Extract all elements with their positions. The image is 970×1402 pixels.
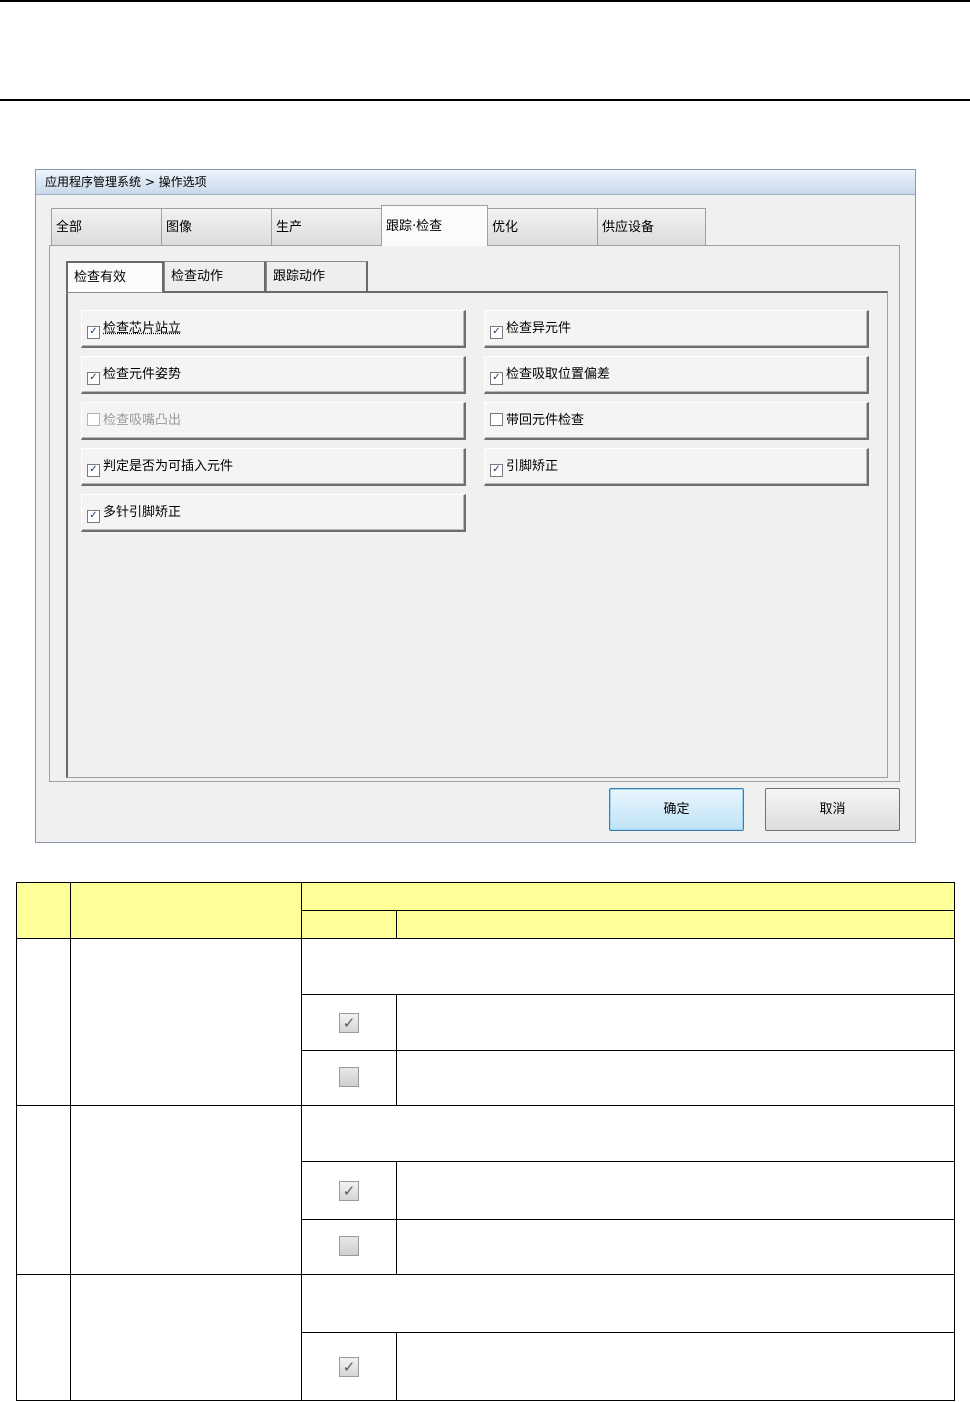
row-item-cell <box>70 1105 302 1275</box>
tab-label: 全部 <box>56 220 83 235</box>
parameter-table: ✓ ✓ ✓ <box>16 882 955 1401</box>
checkbox-unchecked-icon <box>339 1235 359 1256</box>
row-number-cell <box>16 1274 71 1401</box>
operation-options-dialog: 应用程序管理系统 > 操作选项 全部 图像 生产 跟踪·检查 优化 供应设备 检… <box>35 169 916 843</box>
ok-button[interactable]: 确定 <box>609 788 744 831</box>
breadcrumb: 应用程序管理系统 > 操作选项 <box>36 170 915 195</box>
tab-optimize[interactable]: 优化 <box>487 208 598 245</box>
option-check-nozzle-protrusion: 检查吸嘴凸出 <box>81 402 466 440</box>
tab-label: 供应设备 <box>602 220 655 235</box>
option-lead-correction[interactable]: ✓ 引脚矫正 <box>484 448 869 486</box>
table-row: ✓ <box>301 1332 397 1401</box>
tab-label: 生产 <box>276 220 303 235</box>
option-label: 判定是否为可插入元件 <box>103 459 234 474</box>
row-item-cell <box>70 938 302 1106</box>
option-label: 检查吸嘴凸出 <box>103 413 182 428</box>
option-multi-pin-lead-correction[interactable]: ✓ 多针引脚矫正 <box>81 494 466 532</box>
checkbox-checked-icon[interactable]: ✓ <box>87 464 100 477</box>
checkbox-unchecked-icon <box>339 1066 359 1087</box>
row-content-cell <box>396 994 955 1051</box>
checkbox-checked-icon: ✓ <box>339 1356 359 1377</box>
header-rule <box>0 99 970 101</box>
checkbox-checked-icon[interactable]: ✓ <box>87 510 100 523</box>
tab-label: 跟踪·检查 <box>386 219 443 234</box>
table-row: ✓ <box>301 994 397 1051</box>
option-returned-component-check[interactable]: 带回元件检查 <box>484 402 869 440</box>
tab-label: 优化 <box>492 220 519 235</box>
checkbox-unchecked-icon[interactable] <box>490 413 503 426</box>
checkbox-checked-icon[interactable]: ✓ <box>87 326 100 339</box>
header-number-cell <box>16 882 71 939</box>
option-judge-insertable-component[interactable]: ✓ 判定是否为可插入元件 <box>81 448 466 486</box>
row-number-cell <box>16 938 71 1106</box>
top-rule <box>0 0 970 2</box>
row-content-cell <box>396 1161 955 1220</box>
tab-label: 图像 <box>166 220 193 235</box>
subtab-label: 跟踪动作 <box>273 269 326 284</box>
checkbox-unchecked-icon <box>87 413 100 426</box>
option-check-chip-standing[interactable]: ✓ 检查芯片站立 <box>81 310 466 348</box>
tab-supply-device[interactable]: 供应设备 <box>597 208 706 245</box>
row-description-cell <box>301 1274 955 1333</box>
checkbox-checked-icon[interactable]: ✓ <box>490 372 503 385</box>
checkbox-checked-icon[interactable]: ✓ <box>490 464 503 477</box>
header-item-cell <box>70 882 302 939</box>
table-row <box>301 1219 397 1275</box>
row-description-cell <box>301 1105 955 1162</box>
table-row <box>301 1050 397 1106</box>
header-setting-cell <box>301 910 397 939</box>
header-content-cell <box>396 910 955 939</box>
table-row: ✓ <box>301 1161 397 1220</box>
option-label: 检查吸取位置偏差 <box>506 367 611 382</box>
option-check-different-component[interactable]: ✓ 检查异元件 <box>484 310 869 348</box>
option-label: 引脚矫正 <box>506 459 559 474</box>
option-label: 多针引脚矫正 <box>103 505 182 520</box>
row-content-cell <box>396 1050 955 1106</box>
option-label: 检查元件姿势 <box>103 367 182 382</box>
row-description-cell <box>301 938 955 995</box>
tab-all[interactable]: 全部 <box>51 208 162 245</box>
checkbox-checked-icon[interactable]: ✓ <box>87 372 100 385</box>
option-label: 检查异元件 <box>506 321 572 336</box>
subtab-tracking-action[interactable]: 跟踪动作 <box>266 261 368 292</box>
subtab-label: 检查有效 <box>74 270 127 285</box>
row-item-cell <box>70 1274 302 1401</box>
subtab-inspection-valid[interactable]: 检查有效 <box>66 261 164 293</box>
option-label: 检查芯片站立 <box>103 321 182 336</box>
checkbox-checked-icon: ✓ <box>339 1012 359 1033</box>
option-check-pickup-position-deviation[interactable]: ✓ 检查吸取位置偏差 <box>484 356 869 394</box>
option-check-component-posture[interactable]: ✓ 检查元件姿势 <box>81 356 466 394</box>
header-description-cell <box>301 882 955 911</box>
tab-image[interactable]: 图像 <box>161 208 272 245</box>
tab-production[interactable]: 生产 <box>271 208 382 245</box>
checkbox-checked-icon: ✓ <box>339 1180 359 1201</box>
row-content-cell <box>396 1219 955 1275</box>
subtab-label: 检查动作 <box>171 269 224 284</box>
option-label: 带回元件检查 <box>506 413 585 428</box>
row-number-cell <box>16 1105 71 1275</box>
row-content-cell <box>396 1332 955 1401</box>
checkbox-checked-icon[interactable]: ✓ <box>490 326 503 339</box>
cancel-button[interactable]: 取消 <box>765 788 900 831</box>
subtab-inspection-action[interactable]: 检查动作 <box>164 261 266 292</box>
tab-tracking-inspection[interactable]: 跟踪·检查 <box>381 205 488 246</box>
